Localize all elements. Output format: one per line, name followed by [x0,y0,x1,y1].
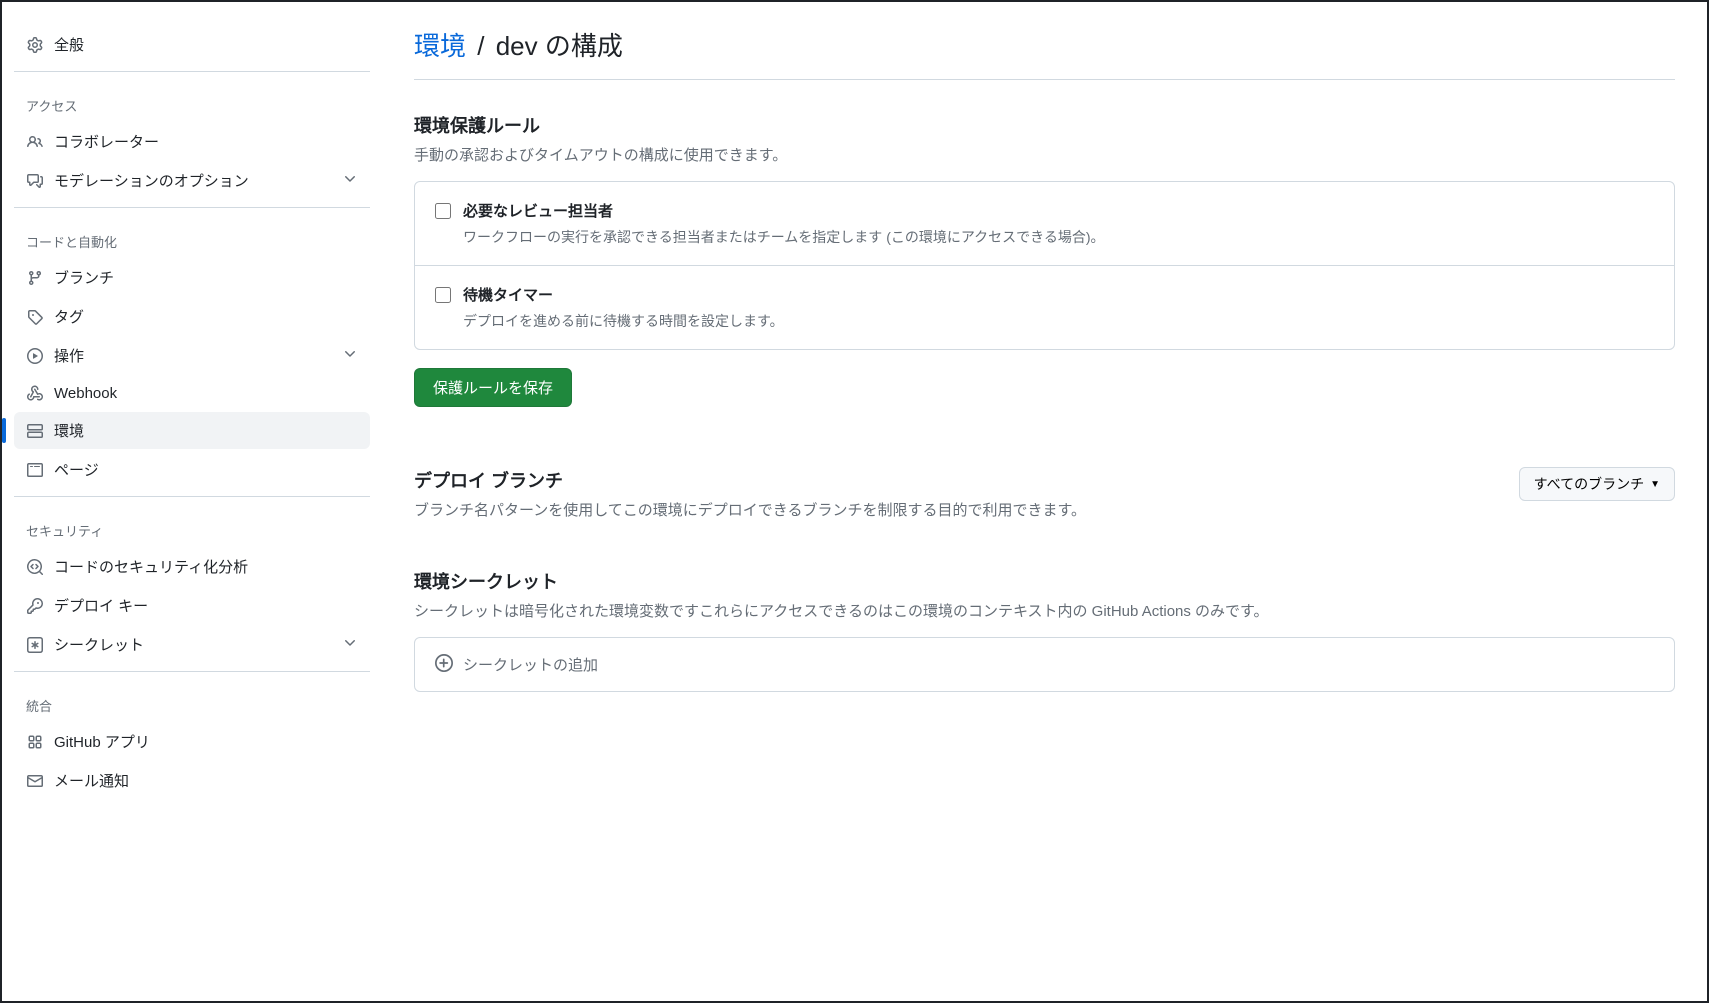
section-header-code: コードと自動化 [14,216,370,259]
git-branch-icon [26,269,44,287]
dropdown-label: すべてのブランチ [1534,474,1644,494]
people-icon [26,133,44,151]
sidebar-item-general[interactable]: 全般 [14,26,370,63]
deploy-branch-section: デプロイ ブランチ ブランチ名パターンを使用してこの環境にデプロイできるブランチ… [414,467,1675,536]
key-asterisk-icon [26,636,44,654]
sidebar-item-branches[interactable]: ブランチ [14,259,370,296]
rule-required-reviewers: 必要なレビュー担当者 ワークフローの実行を承認できる担当者またはチームを指定しま… [415,182,1674,266]
sidebar-item-actions[interactable]: 操作 [14,337,370,374]
sidebar-item-collaborators[interactable]: コラボレーター [14,123,370,160]
sidebar-item-label: コラボレーター [54,131,159,152]
add-secret-button[interactable]: シークレットの追加 [414,637,1675,692]
wait-timer-checkbox[interactable] [435,287,451,303]
required-reviewers-checkbox[interactable] [435,203,451,219]
webhook-icon [26,384,44,402]
apps-icon [26,733,44,751]
section-header-integration: 統合 [14,680,370,723]
divider [14,71,370,72]
plus-circle-icon [435,654,453,675]
play-circle-icon [26,347,44,365]
server-icon [26,422,44,440]
section-title: 環境保護ルール [414,112,1675,138]
codescan-icon [26,558,44,576]
sidebar-item-mail-notification[interactable]: メール通知 [14,762,370,799]
rule-title: 必要なレビュー担当者 [463,200,613,221]
sidebar-item-pages[interactable]: ページ [14,451,370,488]
sidebar-item-label: GitHub アプリ [54,731,150,752]
caret-down-icon: ▼ [1650,479,1660,490]
rule-title: 待機タイマー [463,284,553,305]
sidebar-item-label: Webhook [54,385,117,402]
breadcrumb-separator: / [477,31,484,61]
sidebar-item-label: タグ [54,306,84,327]
secrets-section: 環境シークレット シークレットは暗号化された環境変数ですこれらにアクセスできるの… [414,568,1675,692]
breadcrumb-link[interactable]: 環境 [414,31,466,61]
comment-discussion-icon [26,172,44,190]
breadcrumb-current: dev の構成 [496,31,623,61]
chevron-down-icon [342,346,358,365]
key-icon [26,597,44,615]
divider [14,207,370,208]
branch-filter-dropdown[interactable]: すべてのブランチ ▼ [1519,467,1675,501]
protection-rules-box: 必要なレビュー担当者 ワークフローの実行を承認できる担当者またはチームを指定しま… [414,181,1675,350]
browser-icon [26,461,44,479]
divider [14,671,370,672]
sidebar-item-label: モデレーションのオプション [54,170,249,191]
sidebar-item-label: デプロイ キー [54,595,148,616]
sidebar-item-label: 環境 [54,420,84,441]
sidebar: 全般 アクセス コラボレーター モデレーションのオプション コードと自動化 [2,2,382,1001]
sidebar-item-moderation[interactable]: モデレーションのオプション [14,162,370,199]
rule-wait-timer: 待機タイマー デプロイを進める前に待機する時間を設定します。 [415,266,1674,349]
protection-section: 環境保護ルール 手動の承認およびタイムアウトの構成に使用できます。 必要なレビュ… [414,112,1675,407]
section-header-security: セキュリティ [14,505,370,548]
add-secret-label: シークレットの追加 [463,654,598,675]
page-title: 環境 / dev の構成 [414,26,1675,80]
section-description: 手動の承認およびタイムアウトの構成に使用できます。 [414,144,1675,165]
section-title: デプロイ ブランチ [414,467,1086,493]
section-header-access: アクセス [14,80,370,123]
sidebar-item-label: シークレット [54,634,144,655]
mail-icon [26,772,44,790]
sidebar-item-label: ページ [54,459,99,480]
rule-description: デプロイを進める前に待機する時間を設定します。 [463,311,1654,331]
sidebar-item-label: 操作 [54,345,84,366]
sidebar-item-label: ブランチ [54,267,114,288]
sidebar-item-environment[interactable]: 環境 [14,412,370,449]
sidebar-item-deploy-keys[interactable]: デプロイ キー [14,587,370,624]
sidebar-item-label: 全般 [54,34,84,55]
sidebar-item-github-apps[interactable]: GitHub アプリ [14,723,370,760]
section-description: シークレットは暗号化された環境変数ですこれらにアクセスできるのはこの環境のコンテ… [414,600,1675,621]
sidebar-item-secrets[interactable]: シークレット [14,626,370,663]
section-description: ブランチ名パターンを使用してこの環境にデプロイできるブランチを制限する目的で利用… [414,499,1086,520]
main-content: 環境 / dev の構成 環境保護ルール 手動の承認およびタイムアウトの構成に使… [382,2,1707,1001]
section-title: 環境シークレット [414,568,1675,594]
sidebar-item-code-security[interactable]: コードのセキュリティ化分析 [14,548,370,585]
gear-icon [26,36,44,54]
sidebar-item-tags[interactable]: タグ [14,298,370,335]
chevron-down-icon [342,171,358,190]
sidebar-item-label: コードのセキュリティ化分析 [54,556,248,577]
sidebar-item-label: メール通知 [54,770,129,791]
sidebar-item-webhook[interactable]: Webhook [14,376,370,410]
rule-description: ワークフローの実行を承認できる担当者またはチームを指定します (この環境にアクセ… [463,227,1654,247]
divider [14,496,370,497]
tag-icon [26,308,44,326]
save-protection-button[interactable]: 保護ルールを保存 [414,368,572,407]
chevron-down-icon [342,635,358,654]
